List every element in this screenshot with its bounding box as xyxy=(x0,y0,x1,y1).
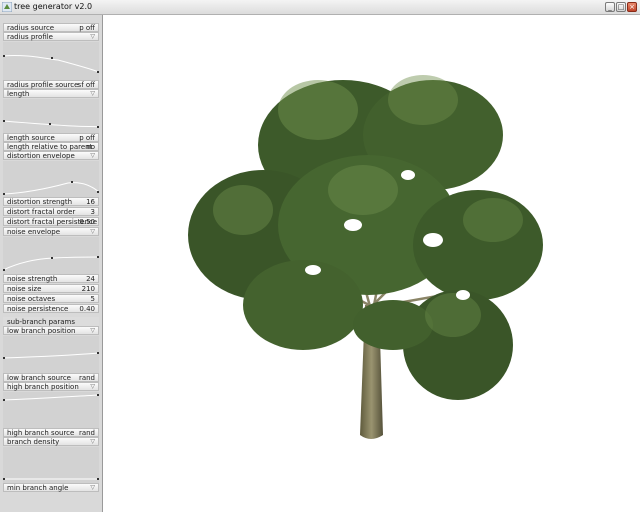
distort-fractal-order-value: 3 xyxy=(90,208,95,216)
length-graph[interactable] xyxy=(3,99,99,137)
window-title: tree generator v2.0 xyxy=(14,2,93,11)
noise-envelope-row[interactable]: noise envelope ▽ xyxy=(3,227,99,236)
distortion-envelope-label: distortion envelope xyxy=(7,152,75,160)
high-branch-position-graph[interactable] xyxy=(3,392,99,430)
radius-source-label: radius source xyxy=(7,24,55,32)
branch-density-row[interactable]: branch density ▽ xyxy=(3,437,99,446)
distortion-envelope-row[interactable]: distortion envelope ▽ xyxy=(3,151,99,160)
minimize-button[interactable]: _ xyxy=(605,2,615,12)
radius-profile-label: radius profile xyxy=(7,33,53,41)
low-branch-position-label: low branch position xyxy=(7,327,76,335)
low-branch-position-row[interactable]: low branch position ▽ xyxy=(3,326,99,335)
chevron-down-icon[interactable]: ▽ xyxy=(90,90,95,98)
length-source-label: length source xyxy=(7,134,55,142)
chevron-down-icon[interactable]: ▽ xyxy=(90,484,95,492)
distortion-strength-value: 16 xyxy=(86,198,95,206)
length-relative-row[interactable]: length relative to parent no xyxy=(3,142,99,151)
high-branch-source-value: rand xyxy=(78,429,95,437)
sub-branch-params-heading: sub-branch params xyxy=(3,317,99,326)
chevron-down-icon[interactable]: ▽ xyxy=(90,228,95,236)
noise-size-label: noise size xyxy=(7,285,42,293)
radius-profile-source-value: sf off xyxy=(77,81,95,89)
min-branch-angle-label: min branch angle xyxy=(7,484,69,492)
title-bar: tree generator v2.0 _ □ × xyxy=(0,0,640,15)
distort-fractal-persistence-row[interactable]: distort fractal persistence 0.50 xyxy=(3,217,99,226)
noise-persistence-value: 0.40 xyxy=(79,305,95,313)
radius-profile-row[interactable]: radius profile ▽ xyxy=(3,32,99,41)
length-source-value: p off xyxy=(79,134,95,142)
distort-fractal-order-label: distort fractal order xyxy=(7,208,76,216)
length-relative-value: no xyxy=(86,143,95,151)
length-label: length xyxy=(7,90,30,98)
low-branch-source-row[interactable]: low branch source rand xyxy=(3,373,99,382)
noise-persistence-label: noise persistence xyxy=(7,305,69,313)
tree-render xyxy=(188,75,543,439)
length-row[interactable]: length ▽ xyxy=(3,89,99,98)
noise-octaves-row[interactable]: noise octaves 5 xyxy=(3,294,99,303)
branch-density-label: branch density xyxy=(7,438,60,446)
min-branch-angle-row[interactable]: min branch angle ▽ xyxy=(3,483,99,492)
radius-profile-source-label: radius profile source xyxy=(7,81,79,89)
chevron-down-icon[interactable]: ▽ xyxy=(90,152,95,160)
noise-envelope-graph[interactable] xyxy=(3,237,99,275)
noise-persistence-row[interactable]: noise persistence 0.40 xyxy=(3,304,99,313)
high-branch-position-label: high branch position xyxy=(7,383,79,391)
sub-branch-params-label: sub-branch params xyxy=(7,318,75,326)
noise-strength-value: 24 xyxy=(86,275,95,283)
chevron-down-icon[interactable]: ▽ xyxy=(90,33,95,41)
close-button[interactable]: × xyxy=(627,2,637,12)
noise-size-row[interactable]: noise size 210 xyxy=(3,284,99,293)
noise-octaves-label: noise octaves xyxy=(7,295,56,303)
tree-app-icon xyxy=(2,2,12,12)
radius-profile-source-row[interactable]: radius profile source sf off xyxy=(3,80,99,89)
noise-octaves-value: 5 xyxy=(90,295,95,303)
distortion-envelope-graph[interactable] xyxy=(3,161,99,199)
noise-envelope-label: noise envelope xyxy=(7,228,61,236)
distort-fractal-persistence-value: 0.50 xyxy=(79,218,95,226)
distortion-strength-row[interactable]: distortion strength 16 xyxy=(3,197,99,206)
chevron-down-icon[interactable]: ▽ xyxy=(90,327,95,335)
length-relative-label: length relative to parent xyxy=(7,143,93,151)
high-branch-source-label: high branch source xyxy=(7,429,75,437)
length-source-row[interactable]: length source p off xyxy=(3,133,99,142)
noise-strength-label: noise strength xyxy=(7,275,58,283)
high-branch-position-row[interactable]: high branch position ▽ xyxy=(3,382,99,391)
radius-source-value: p off xyxy=(79,24,95,32)
low-branch-source-value: rand xyxy=(78,374,95,382)
radius-profile-graph[interactable] xyxy=(3,42,99,80)
chevron-down-icon[interactable]: ▽ xyxy=(90,383,95,391)
noise-strength-row[interactable]: noise strength 24 xyxy=(3,274,99,283)
distort-fractal-order-row[interactable]: distort fractal order 3 xyxy=(3,207,99,216)
branch-density-graph[interactable] xyxy=(3,447,99,485)
tree-viewport[interactable] xyxy=(103,15,640,512)
noise-size-value: 210 xyxy=(81,285,95,293)
distortion-strength-label: distortion strength xyxy=(7,198,73,206)
parameter-panel: radius source p off radius profile ▽ rad… xyxy=(0,15,103,512)
maximize-button[interactable]: □ xyxy=(616,2,626,12)
low-branch-position-graph[interactable] xyxy=(3,336,99,374)
chevron-down-icon[interactable]: ▽ xyxy=(90,438,95,446)
high-branch-source-row[interactable]: high branch source rand xyxy=(3,428,99,437)
low-branch-source-label: low branch source xyxy=(7,374,71,382)
radius-source-row[interactable]: radius source p off xyxy=(3,23,99,32)
